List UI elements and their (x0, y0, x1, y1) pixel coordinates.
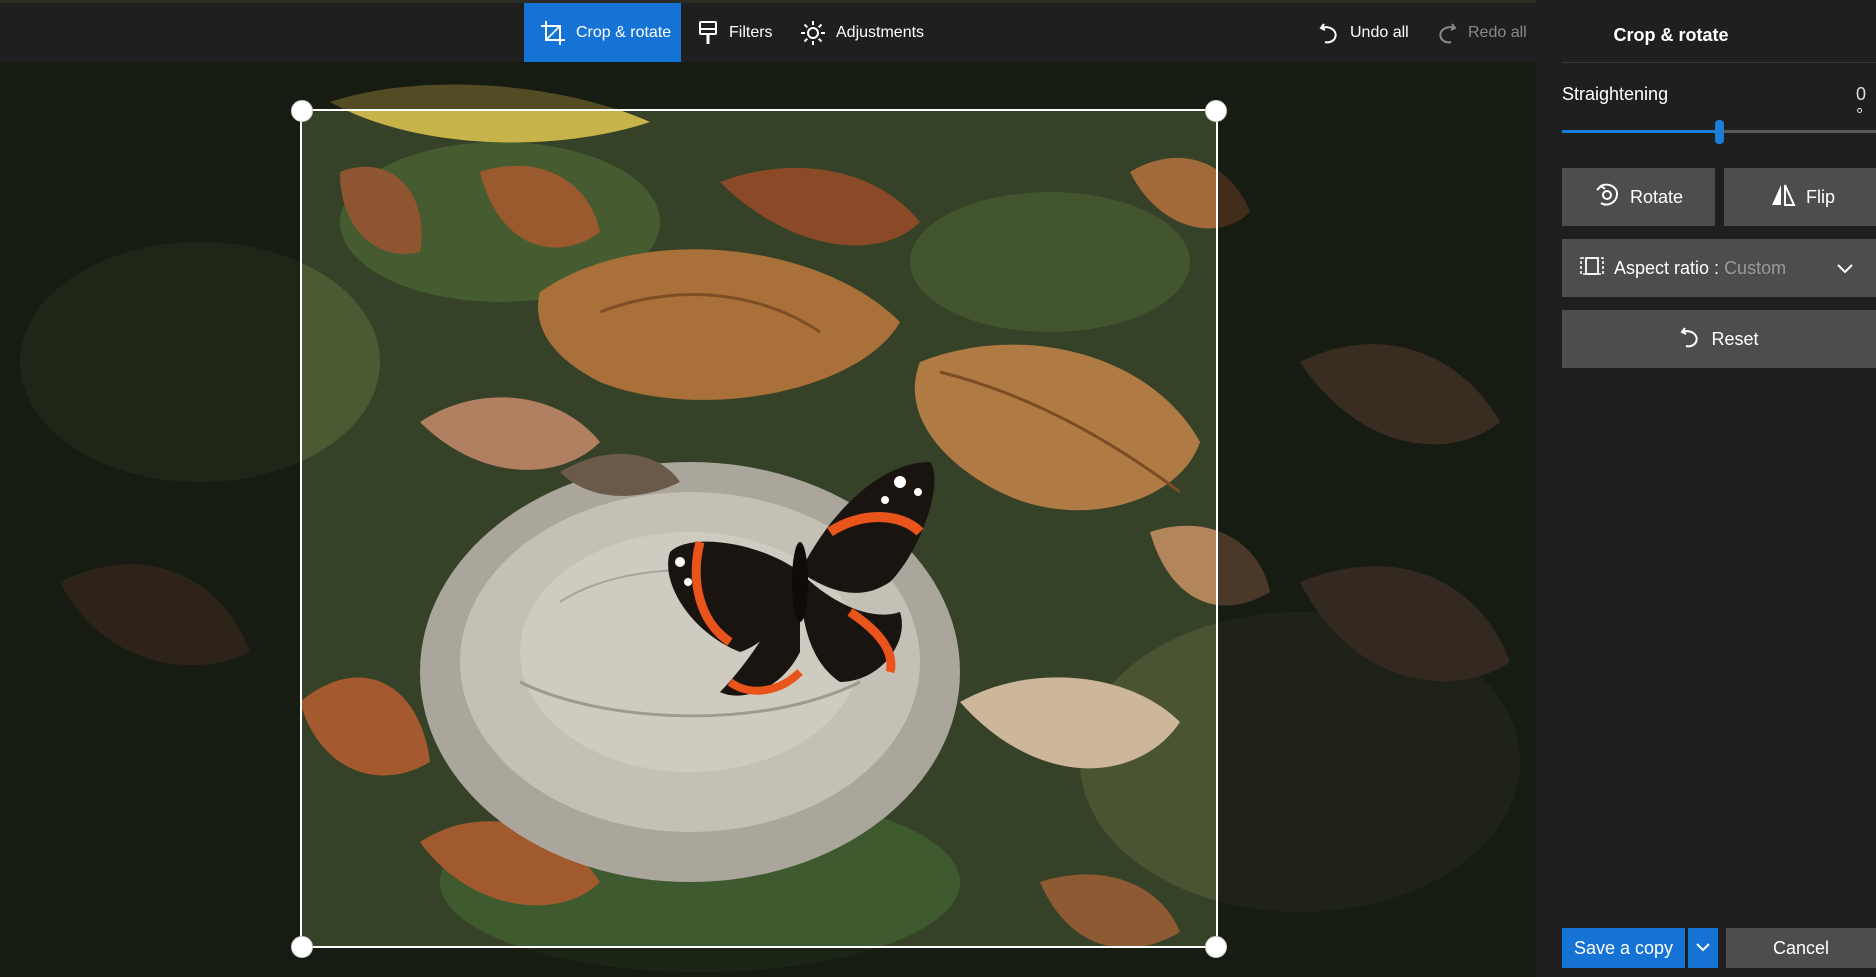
undo-label: Undo all (1350, 23, 1409, 41)
panel-divider (1562, 62, 1876, 63)
undo-icon (1318, 21, 1340, 45)
straightening-label: Straightening (1562, 84, 1669, 104)
chevron-down-icon (1695, 939, 1711, 957)
crop-rotate-panel: Crop & rotate Straightening Rotate Flip … (1536, 0, 1876, 977)
aspect-ratio-text: Aspect ratio : Custom (1614, 258, 1786, 279)
straightening-slider[interactable] (1562, 120, 1876, 144)
tab-filters[interactable]: Filters (697, 3, 773, 62)
rotate-label: Rotate (1629, 186, 1684, 207)
tab-label: Crop & rotate (576, 23, 672, 41)
flip-button[interactable]: Flip (1724, 168, 1876, 226)
sun-icon (800, 20, 826, 46)
cancel-button[interactable]: Cancel (1726, 928, 1876, 968)
crop-handle-top-left[interactable] (291, 100, 313, 122)
crop-icon (540, 20, 566, 46)
undo-all-button[interactable]: Undo all (1318, 3, 1409, 62)
redo-all-button[interactable]: Redo all (1436, 3, 1527, 62)
brush-icon (697, 20, 719, 46)
save-a-copy-button[interactable]: Save a copy (1562, 928, 1685, 968)
save-options-button[interactable] (1688, 928, 1718, 968)
aspect-ratio-icon (1580, 256, 1604, 281)
crop-handle-bottom-right[interactable] (1205, 936, 1227, 958)
crop-handle-bottom-left[interactable] (291, 936, 313, 958)
editor-toolbar: Crop & rotate Filters Adjustments Undo a… (0, 3, 1536, 62)
panel-title: Crop & rotate (1613, 25, 1729, 45)
tab-crop-rotate[interactable]: Crop & rotate (524, 3, 681, 62)
tab-label: Filters (729, 23, 773, 41)
tab-adjustments[interactable]: Adjustments (800, 3, 924, 62)
save-label: Save a copy (1573, 937, 1674, 958)
crop-region[interactable] (300, 109, 1218, 948)
reset-label: Reset (1711, 328, 1759, 349)
rotate-icon (1594, 182, 1620, 213)
crop-handle-top-right[interactable] (1205, 100, 1227, 122)
slider-thumb[interactable] (1715, 120, 1724, 144)
cancel-label: Cancel (1772, 937, 1830, 958)
photo-cropped (302, 111, 1216, 946)
aspect-ratio-dropdown[interactable]: Aspect ratio : Custom (1562, 239, 1876, 297)
reset-icon (1679, 325, 1701, 354)
flip-label: Flip (1806, 186, 1836, 207)
aspect-ratio-label: Aspect ratio : (1614, 257, 1725, 278)
photo-editor-canvas: Crop & rotate Filters Adjustments Undo a… (0, 0, 1536, 977)
rotate-button[interactable]: Rotate (1562, 168, 1715, 226)
redo-icon (1436, 21, 1458, 45)
straightening-value: 0 ° (1856, 84, 1867, 125)
redo-label: Redo all (1468, 23, 1527, 41)
slider-fill (1562, 130, 1719, 133)
tab-label: Adjustments (836, 23, 925, 41)
chevron-down-icon[interactable] (1836, 262, 1854, 280)
aspect-ratio-value: Custom (1724, 257, 1787, 278)
reset-button[interactable]: Reset (1562, 310, 1876, 368)
flip-icon (1770, 183, 1796, 212)
